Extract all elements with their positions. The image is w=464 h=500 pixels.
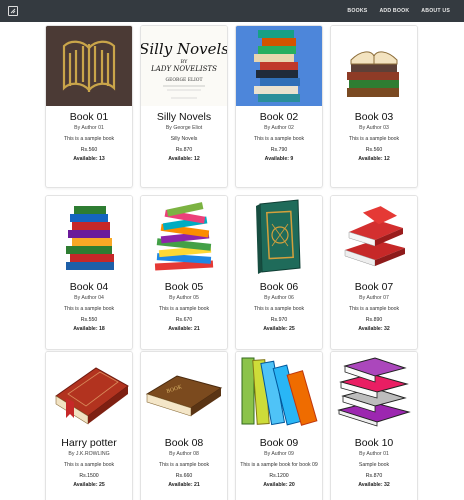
book-author: By Author 04	[74, 295, 104, 301]
book-card[interactable]: Book 09 By Author 09 This is a sample bo…	[235, 351, 323, 500]
book-author: By Author 09	[264, 451, 294, 457]
book-description: This is a sample book	[253, 136, 305, 142]
nav-add-book-link[interactable]: ADD BOOK	[373, 8, 415, 14]
cover-silly-author: GEORGE ELIOT	[165, 77, 202, 83]
book-cover-image	[46, 352, 132, 432]
book-title: Book 07	[354, 281, 394, 293]
navbar: BOOKS ADD BOOK ABOUT US	[0, 0, 464, 22]
book-description: Silly Novels	[170, 136, 198, 142]
book-cover-image: Silly Novels BY LADY NOVELISTS GEORGE EL…	[141, 26, 227, 106]
book-price: Rs.890	[365, 317, 383, 323]
book-cover-image	[236, 26, 322, 106]
book-author: By J.K.ROWLING	[68, 451, 110, 457]
book-card[interactable]: BOOK Book 08 By Author 08 This is a samp…	[140, 351, 228, 500]
book-availability: Available: 25	[263, 326, 295, 332]
book-price: Rs.870	[175, 147, 193, 153]
book-price: Rs.790	[270, 147, 288, 153]
book-price: Rs.1500	[79, 473, 99, 479]
book-description: This is a sample book	[158, 462, 210, 468]
book-cover-image: BOOK	[141, 352, 227, 432]
nav-about-us-link[interactable]: ABOUT US	[415, 8, 456, 14]
book-availability: Available: 12	[358, 156, 390, 162]
book-title: Book 09	[259, 437, 299, 449]
book-cover-image	[331, 196, 417, 276]
book-title: Book 04	[69, 281, 109, 293]
book-cover-image	[46, 196, 132, 276]
book-cover-image	[331, 26, 417, 106]
book-price: Rs.660	[175, 473, 193, 479]
book-price: Rs.550	[80, 317, 98, 323]
book-grid: Book 01 By Author 01 This is a sample bo…	[0, 22, 464, 500]
book-availability: Available: 21	[168, 326, 200, 332]
book-cover-image	[236, 352, 322, 432]
book-card[interactable]: Book 10 By Author 01 Sample book Rs.870 …	[330, 351, 418, 500]
book-card[interactable]: Book 03 By Author 03 This is a sample bo…	[330, 25, 418, 188]
book-description: This is a sample book for book 09	[240, 462, 318, 468]
book-availability: Available: 20	[263, 482, 295, 488]
book-author: By Author 06	[264, 295, 294, 301]
book-availability: Available: 18	[73, 326, 105, 332]
book-availability: Available: 12	[168, 156, 200, 162]
book-card[interactable]: Harry potter By J.K.ROWLING This is a sa…	[45, 351, 133, 500]
book-price: Rs.560	[80, 147, 98, 153]
book-availability: Available: 13	[73, 156, 105, 162]
book-availability: Available: 32	[358, 326, 390, 332]
book-cover-image	[141, 196, 227, 276]
book-availability: Available: 32	[358, 482, 390, 488]
book-card[interactable]: Silly Novels BY LADY NOVELISTS GEORGE EL…	[140, 25, 228, 188]
book-author: By Author 02	[264, 125, 294, 131]
book-title: Book 01	[69, 111, 109, 123]
book-price: Rs.560	[365, 147, 383, 153]
book-author: By Author 01	[74, 125, 104, 131]
book-availability: Available: 21	[168, 482, 200, 488]
book-cover-image	[46, 26, 132, 106]
book-author: By Author 08	[169, 451, 199, 457]
book-description: This is a sample book	[63, 136, 115, 142]
book-card[interactable]: Book 06 By Author 06 This is a sample bo…	[235, 195, 323, 350]
book-availability: Available: 25	[73, 482, 105, 488]
book-title: Book 10	[354, 437, 394, 449]
book-author: By George Eliot	[165, 125, 203, 131]
book-card[interactable]: Book 07 By Author 07 This is a sample bo…	[330, 195, 418, 350]
book-cover-image	[236, 196, 322, 276]
book-description: This is a sample book	[158, 306, 210, 312]
book-author: By Author 05	[169, 295, 199, 301]
book-price: Rs.1200	[269, 473, 289, 479]
book-title: Silly Novels	[156, 111, 212, 123]
book-title: Harry potter	[61, 437, 117, 449]
book-cover-image	[331, 352, 417, 432]
brand-logo-icon[interactable]	[8, 6, 18, 16]
book-title: Book 03	[354, 111, 394, 123]
nav-books-link[interactable]: BOOKS	[341, 8, 373, 14]
book-price: Rs.870	[365, 473, 383, 479]
book-card[interactable]: Book 05 By Author 05 This is a sample bo…	[140, 195, 228, 350]
book-description: This is a sample book	[348, 306, 400, 312]
book-title: Book 08	[164, 437, 204, 449]
book-title: Book 05	[164, 281, 204, 293]
book-description: This is a sample book	[63, 462, 115, 468]
book-card[interactable]: Book 02 By Author 02 This is a sample bo…	[235, 25, 323, 188]
book-author: By Author 03	[359, 125, 389, 131]
book-author: By Author 07	[359, 295, 389, 301]
book-description: This is a sample book	[348, 136, 400, 142]
book-description: This is a sample book	[253, 306, 305, 312]
book-availability: Available: 9	[264, 156, 294, 162]
book-title: Book 02	[259, 111, 299, 123]
book-title: Book 06	[259, 281, 299, 293]
book-description: This is a sample book	[63, 306, 115, 312]
book-description: Sample book	[358, 462, 390, 468]
book-price: Rs.970	[270, 317, 288, 323]
book-card[interactable]: Book 04 By Author 04 This is a sample bo…	[45, 195, 133, 350]
cover-silly-lady: LADY NOVELISTS	[150, 65, 217, 73]
book-card[interactable]: Book 01 By Author 01 This is a sample bo…	[45, 25, 133, 188]
nav-links: BOOKS ADD BOOK ABOUT US	[341, 8, 456, 14]
cover-silly-title: Silly Novels	[141, 40, 227, 58]
book-price: Rs.670	[175, 317, 193, 323]
book-author: By Author 01	[359, 451, 389, 457]
